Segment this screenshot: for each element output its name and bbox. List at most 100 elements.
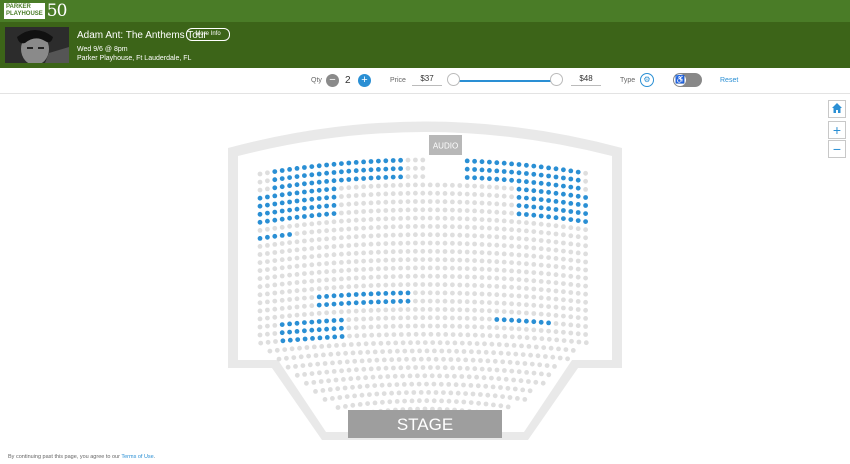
seat[interactable] <box>516 318 522 324</box>
seat[interactable] <box>265 202 270 208</box>
seat[interactable] <box>575 177 581 183</box>
seat[interactable] <box>516 170 522 176</box>
seat[interactable] <box>302 214 307 219</box>
seat[interactable] <box>331 178 337 184</box>
seat[interactable] <box>302 197 307 203</box>
seat[interactable] <box>339 325 344 331</box>
seat[interactable] <box>568 192 574 198</box>
seat[interactable] <box>272 169 278 175</box>
seat[interactable] <box>324 179 329 184</box>
seat[interactable] <box>568 184 574 190</box>
seat[interactable] <box>538 319 544 325</box>
seat[interactable] <box>553 215 559 221</box>
seat[interactable] <box>472 167 477 172</box>
seat[interactable] <box>309 319 315 325</box>
seat[interactable] <box>538 205 544 211</box>
seat[interactable] <box>316 294 322 300</box>
seat[interactable] <box>294 198 300 204</box>
price-range-track[interactable] <box>454 80 557 82</box>
seat[interactable] <box>302 181 307 187</box>
seat[interactable] <box>279 233 285 238</box>
seat[interactable] <box>310 336 315 341</box>
seat[interactable] <box>376 291 381 296</box>
seat[interactable] <box>390 290 396 296</box>
seat[interactable] <box>568 217 574 223</box>
seat[interactable] <box>287 191 292 197</box>
seat[interactable] <box>368 167 374 173</box>
seat[interactable] <box>316 302 322 308</box>
seat[interactable] <box>279 208 285 214</box>
seat[interactable] <box>316 179 322 185</box>
seat[interactable] <box>287 321 292 327</box>
qty-decrease-button[interactable]: − <box>326 74 339 87</box>
seat[interactable] <box>531 319 537 325</box>
seat[interactable] <box>398 290 403 296</box>
seat[interactable] <box>575 193 581 199</box>
seat[interactable] <box>516 195 522 200</box>
seat[interactable] <box>361 176 366 181</box>
seat[interactable] <box>405 290 411 296</box>
seat[interactable] <box>553 190 559 196</box>
price-max-field[interactable]: $48 <box>571 73 601 86</box>
seat[interactable] <box>561 167 566 173</box>
seat[interactable] <box>309 180 315 186</box>
seat[interactable] <box>257 219 263 225</box>
seat[interactable] <box>516 203 522 209</box>
seat[interactable] <box>568 176 574 182</box>
accessible-toggle[interactable]: ♿ <box>673 73 702 87</box>
seat[interactable] <box>309 172 315 178</box>
seat[interactable] <box>287 167 292 172</box>
seat[interactable] <box>331 326 337 332</box>
seat[interactable] <box>546 181 551 187</box>
seat[interactable] <box>309 188 315 194</box>
seat[interactable] <box>383 299 389 305</box>
seat[interactable] <box>568 168 574 174</box>
seat[interactable] <box>479 159 485 165</box>
seat[interactable] <box>383 175 389 180</box>
seat[interactable] <box>302 320 307 325</box>
seat[interactable] <box>531 196 537 202</box>
seat[interactable] <box>339 161 344 167</box>
seat-type-icon[interactable]: ⚙ <box>640 73 654 87</box>
seat[interactable] <box>287 215 292 221</box>
seat[interactable] <box>287 232 292 237</box>
seat[interactable] <box>257 203 263 209</box>
seat[interactable] <box>257 195 263 201</box>
seat[interactable] <box>331 318 337 323</box>
seat[interactable] <box>294 329 300 334</box>
seat[interactable] <box>302 328 307 334</box>
seat[interactable] <box>494 160 500 166</box>
seat[interactable] <box>516 178 522 184</box>
seat[interactable] <box>279 176 285 182</box>
seat[interactable] <box>368 175 374 181</box>
seat[interactable] <box>295 337 301 342</box>
seat[interactable] <box>561 199 566 205</box>
seat[interactable] <box>361 159 366 165</box>
seat[interactable] <box>331 161 337 167</box>
seat[interactable] <box>464 158 470 164</box>
seat[interactable] <box>583 195 588 200</box>
seat[interactable] <box>376 175 381 181</box>
seat[interactable] <box>272 209 278 215</box>
seat[interactable] <box>524 203 529 209</box>
seat[interactable] <box>501 317 507 323</box>
seat[interactable] <box>294 182 300 188</box>
seat[interactable] <box>316 163 322 169</box>
seat[interactable] <box>353 168 359 174</box>
seat[interactable] <box>516 162 522 167</box>
price-max-handle[interactable] <box>550 73 563 86</box>
seat[interactable] <box>287 183 292 189</box>
seat[interactable] <box>346 300 352 306</box>
seat-map[interactable]: AUDIO STAGE <box>0 95 850 450</box>
seat[interactable] <box>464 166 470 172</box>
seat[interactable] <box>324 302 329 307</box>
seat[interactable] <box>531 212 537 218</box>
more-info-button[interactable]: More Info <box>186 28 230 41</box>
seat[interactable] <box>257 211 263 217</box>
seat[interactable] <box>272 177 278 183</box>
seat[interactable] <box>398 174 403 180</box>
seat[interactable] <box>272 193 278 199</box>
seat[interactable] <box>575 185 581 191</box>
seat[interactable] <box>332 334 338 340</box>
seat[interactable] <box>324 187 329 193</box>
